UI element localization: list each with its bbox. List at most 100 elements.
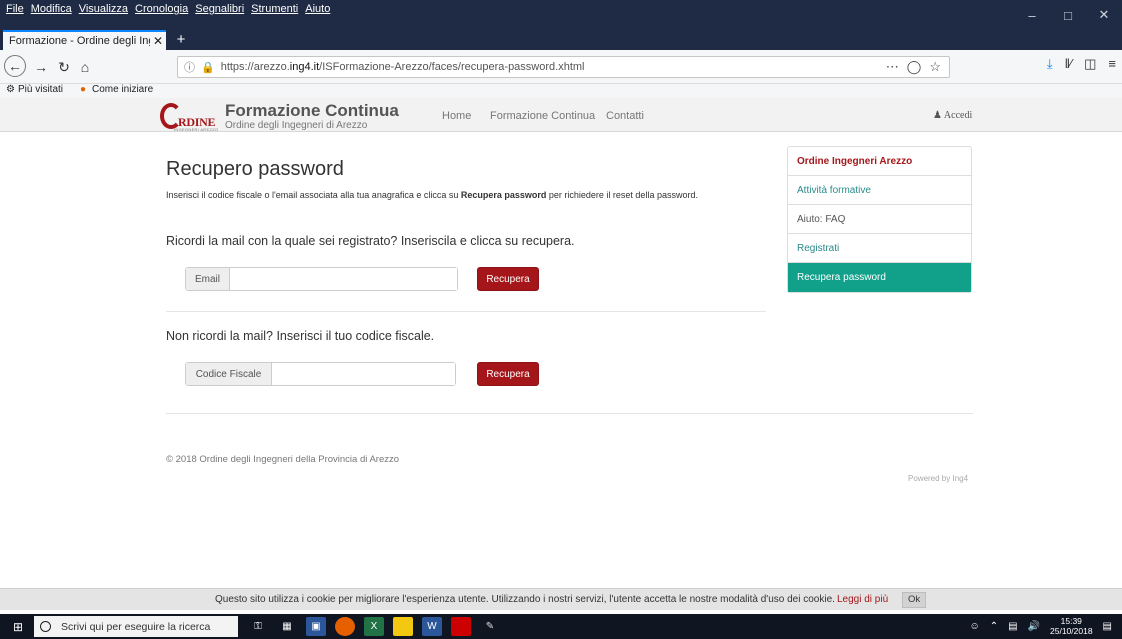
toolbar-icons: ⤓ ‖⁄ ◫ ≡ [1047,56,1122,72]
people-icon[interactable]: ☺ [969,621,979,632]
site-header: RDINE INGEGNERI AREZZO Formazione Contin… [0,98,1122,132]
taskbar-search-placeholder: Scrivi qui per eseguire la ricerca [61,620,211,633]
menu-visualizza[interactable]: Visualizza [79,3,128,15]
sidebar-item-ordine[interactable]: Ordine Ingegneri Arezzo [788,147,971,176]
url-prefix: https://arezzo. [220,61,290,73]
cookie-ok-button[interactable]: Ok [902,592,927,608]
acrobat-icon[interactable] [451,617,471,636]
browser-tab[interactable]: Formazione - Ordine degli Ingegne ✕ [3,30,166,50]
task-view-icon[interactable]: ▦ [277,617,297,636]
back-arrow-icon[interactable]: ← [4,55,26,77]
clock-time: 15:39 [1060,616,1082,626]
cortana-icon [40,621,51,632]
menu-modifica[interactable]: Modifica [31,3,72,15]
user-icon: ♟ [933,110,942,121]
nav-home[interactable]: Home [442,110,471,122]
hamburger-menu-icon[interactable]: ≡ [1108,56,1116,72]
maximize-icon[interactable]: □ [1050,0,1086,30]
browser-menubar: File Modifica Visualizza Cronologia Segn… [0,0,1122,30]
tab-close-icon[interactable]: ✕ [150,34,166,48]
cookie-more-link[interactable]: Leggi di più [837,594,888,605]
section-divider [166,311,766,312]
powered-by-text: Powered by Ing4 [908,474,969,483]
codice-fiscale-input[interactable] [272,363,455,385]
footer-divider [166,413,973,414]
copyright-text: © 2018 Ordine degli Ingegneri della Prov… [166,454,400,465]
windows-taskbar: ⊞ Scrivi qui per eseguire la ricerca ⚿ ▦… [0,614,1122,639]
window-controls: – □ ✕ [1014,0,1122,30]
download-icon[interactable]: ⤓ [1047,56,1053,72]
info-icon[interactable]: ⓘ [184,59,195,75]
login-label: Accedi [943,110,973,121]
url-bar[interactable]: ⓘ 🔒 https://arezzo. ing4.it/ISFormazione-… [177,56,950,78]
bookmark-star-icon[interactable]: ☆ [929,59,941,75]
close-window-icon[interactable]: ✕ [1086,0,1122,30]
menu-list: File Modifica Visualizza Cronologia Segn… [6,3,330,15]
paint-icon[interactable]: ✎ [480,617,500,636]
email-addon-label: Email [186,268,230,290]
new-tab-icon[interactable]: + [172,30,190,50]
brand-title[interactable]: Formazione Continua [225,101,399,121]
pocket-icon[interactable]: ◯ [907,59,922,75]
gear-icon: ⚙ [6,84,15,95]
system-tray: ☺ ⌃ ▤ 🔊 15:39 25/10/2018 ▤ [969,616,1112,636]
word-icon[interactable]: W [422,617,442,636]
recupera-cf-button[interactable]: Recupera [477,362,539,386]
home-icon[interactable]: ⌂ [76,58,94,76]
bookmark-piu-visitati[interactable]: Più visitati [18,84,63,95]
firefox-icon: ● [80,84,87,95]
brand-subtitle: Ordine degli Ingegneri di Arezzo [225,120,368,131]
sidebar-menu: Ordine Ingegneri Arezzo Attività formati… [787,146,972,293]
microphone-icon[interactable]: ⚿ [248,617,268,636]
cookie-message: Questo sito utilizza i cookie per miglio… [215,594,835,605]
url-host: ing4.it [289,61,320,73]
email-input[interactable] [230,268,457,290]
forward-arrow-icon[interactable]: → [32,58,50,76]
bookmark-come-iniziare[interactable]: Come iniziare [92,84,153,95]
taskbar-apps: ⚿ ▦ ▣ X W ✎ [248,617,500,636]
windows-start-icon[interactable]: ⊞ [13,620,23,634]
login-link[interactable]: ♟ Accedi [933,110,972,121]
excel-icon[interactable]: X [364,617,384,636]
nav-formazione-continua[interactable]: Formazione Continua [490,110,595,122]
file-explorer-icon[interactable] [393,617,413,636]
menu-segnalibri[interactable]: Segnalibri [195,3,244,15]
show-hidden-icon[interactable]: ⌃ [990,621,998,632]
library-icon[interactable]: ‖⁄ [1065,56,1073,72]
reload-icon[interactable]: ↻ [55,58,73,76]
sidebar-item-attivita[interactable]: Attività formative [788,176,971,205]
sidebar-item-faq[interactable]: Aiuto: FAQ [788,205,971,234]
nav-contatti[interactable]: Contatti [606,110,644,122]
minimize-icon[interactable]: – [1014,0,1050,30]
volume-icon[interactable]: 🔊 [1028,621,1040,632]
menu-file[interactable]: File [6,3,24,15]
tab-title: Formazione - Ordine degli Ingegne [9,35,150,47]
recupera-email-button[interactable]: Recupera [477,267,539,291]
logo-caption: INGEGNERI AREZZO [174,127,219,132]
photos-app-icon[interactable]: ▣ [306,617,326,636]
menu-strumenti[interactable]: Strumenti [251,3,298,15]
clock[interactable]: 15:39 25/10/2018 [1050,616,1093,636]
sidebar-item-recupera-password[interactable]: Recupera password [788,263,971,292]
email-input-group: Email [185,267,458,291]
notifications-icon[interactable]: ▤ [1103,621,1112,632]
lock-warning-icon[interactable]: 🔒 [201,61,215,74]
cookie-banner: Questo sito utilizza i cookie per miglio… [0,588,1122,610]
page-actions-icon[interactable]: ⋯ [886,59,899,75]
taskbar-search[interactable]: Scrivi qui per eseguire la ricerca [34,616,238,637]
cf-input-group: Codice Fiscale [185,362,456,386]
email-section-question: Ricordi la mail con la quale sei registr… [166,234,575,248]
url-actions: ⋯ ◯ ☆ [886,59,941,75]
browser-navbar: ← → ↻ ⌂ ⓘ 🔒 https://arezzo. ing4.it/ISFor… [0,50,1122,84]
bookmarks-bar: ⚙ Più visitati ● Come iniziare [0,84,1122,98]
network-icon[interactable]: ▤ [1008,621,1017,632]
tab-strip: Formazione - Ordine degli Ingegne ✕ + [0,30,1122,50]
firefox-taskbar-icon[interactable] [335,617,355,636]
sidebar-icon[interactable]: ◫ [1084,56,1096,72]
page-title: Recupero password [166,158,344,180]
menu-cronologia[interactable]: Cronologia [135,3,188,15]
url-path: /ISFormazione-Arezzo/faces/recupera-pass… [319,61,585,73]
intro-text: Inserisci il codice fiscale o l'email as… [166,190,698,200]
sidebar-item-registrati[interactable]: Registrati [788,234,971,263]
menu-aiuto[interactable]: Aiuto [305,3,330,15]
